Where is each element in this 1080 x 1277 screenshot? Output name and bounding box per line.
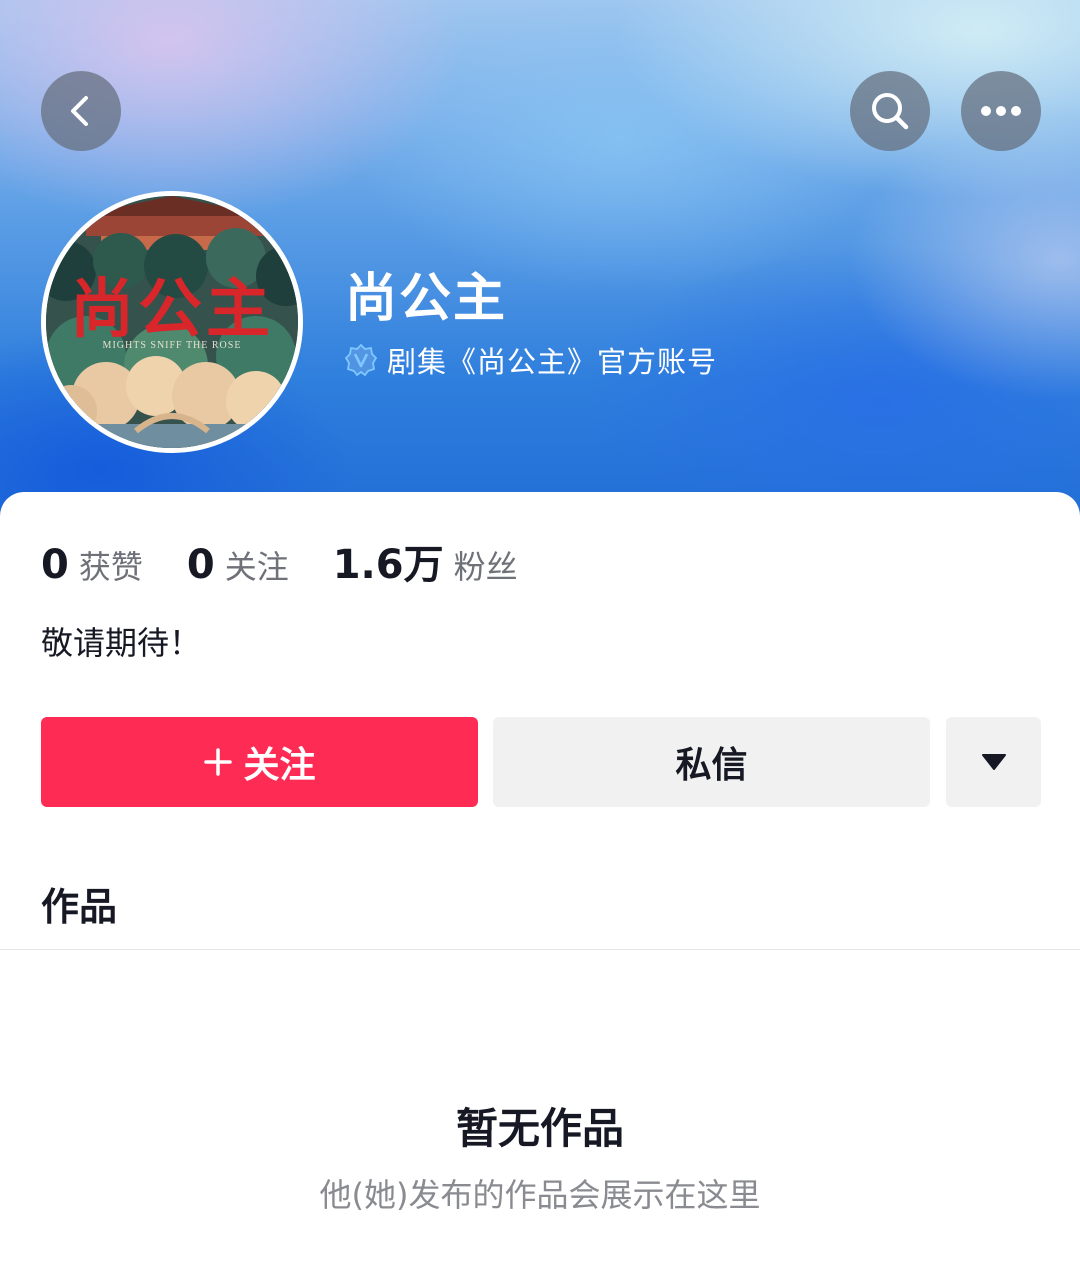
empty-state-subtitle: 他(她)发布的作品会展示在这里: [319, 1176, 761, 1214]
more-actions-dropdown[interactable]: [946, 717, 1041, 807]
stats-row: 0 获赞 0 关注 1.6万 粉丝: [41, 532, 562, 588]
profile-name: 尚公主: [345, 269, 508, 329]
avatar-title-text: 尚公主: [70, 274, 274, 345]
avatar-image: 尚公主 MIGHTS SNIFF THE ROSE: [46, 196, 298, 448]
empty-state-title: 暂无作品: [455, 1104, 624, 1153]
stat-followers-value: 1.6万: [332, 542, 444, 588]
tab-works[interactable]: 作品: [41, 876, 117, 931]
stat-following-label: 关注: [224, 548, 289, 586]
stat-likes-label: 获赞: [78, 548, 143, 586]
message-button[interactable]: 私信: [493, 717, 930, 807]
chevron-left-icon: [71, 96, 88, 126]
more-button[interactable]: [961, 71, 1041, 151]
avatar[interactable]: 尚公主 MIGHTS SNIFF THE ROSE: [41, 191, 303, 453]
stat-following-value: 0: [186, 542, 215, 588]
tab-divider: [0, 949, 1080, 950]
plus-icon: [204, 748, 233, 776]
follow-button[interactable]: 关注: [41, 717, 478, 807]
stat-likes[interactable]: 0 获赞: [41, 542, 143, 588]
message-button-label: 私信: [675, 745, 748, 786]
stat-followers[interactable]: 1.6万 粉丝: [333, 532, 518, 590]
verified-badge-icon: [345, 344, 377, 376]
verification-text: 剧集《尚公主》官方账号: [387, 345, 718, 379]
stat-followers-label: 粉丝: [453, 548, 518, 586]
profile-card: [0, 492, 1080, 1277]
avatar-subtitle-text: MIGHTS SNIFF THE ROSE: [103, 340, 242, 351]
back-button[interactable]: [41, 71, 121, 151]
profile-page: 尚公主 MIGHTS SNIFF THE ROSE 尚公主 剧集《尚公主》官方账…: [0, 0, 1080, 1277]
triangle-down-icon: [981, 754, 1006, 770]
stat-likes-value: 0: [41, 542, 69, 588]
stat-following[interactable]: 0 关注: [187, 542, 289, 588]
search-icon: [872, 93, 909, 130]
profile-bio: 敬请期待！: [41, 624, 202, 662]
more-horizontal-icon: [981, 106, 1021, 116]
verification-row: 剧集《尚公主》官方账号: [345, 340, 717, 380]
search-button[interactable]: [850, 71, 930, 151]
follow-button-label: 关注: [243, 745, 316, 786]
